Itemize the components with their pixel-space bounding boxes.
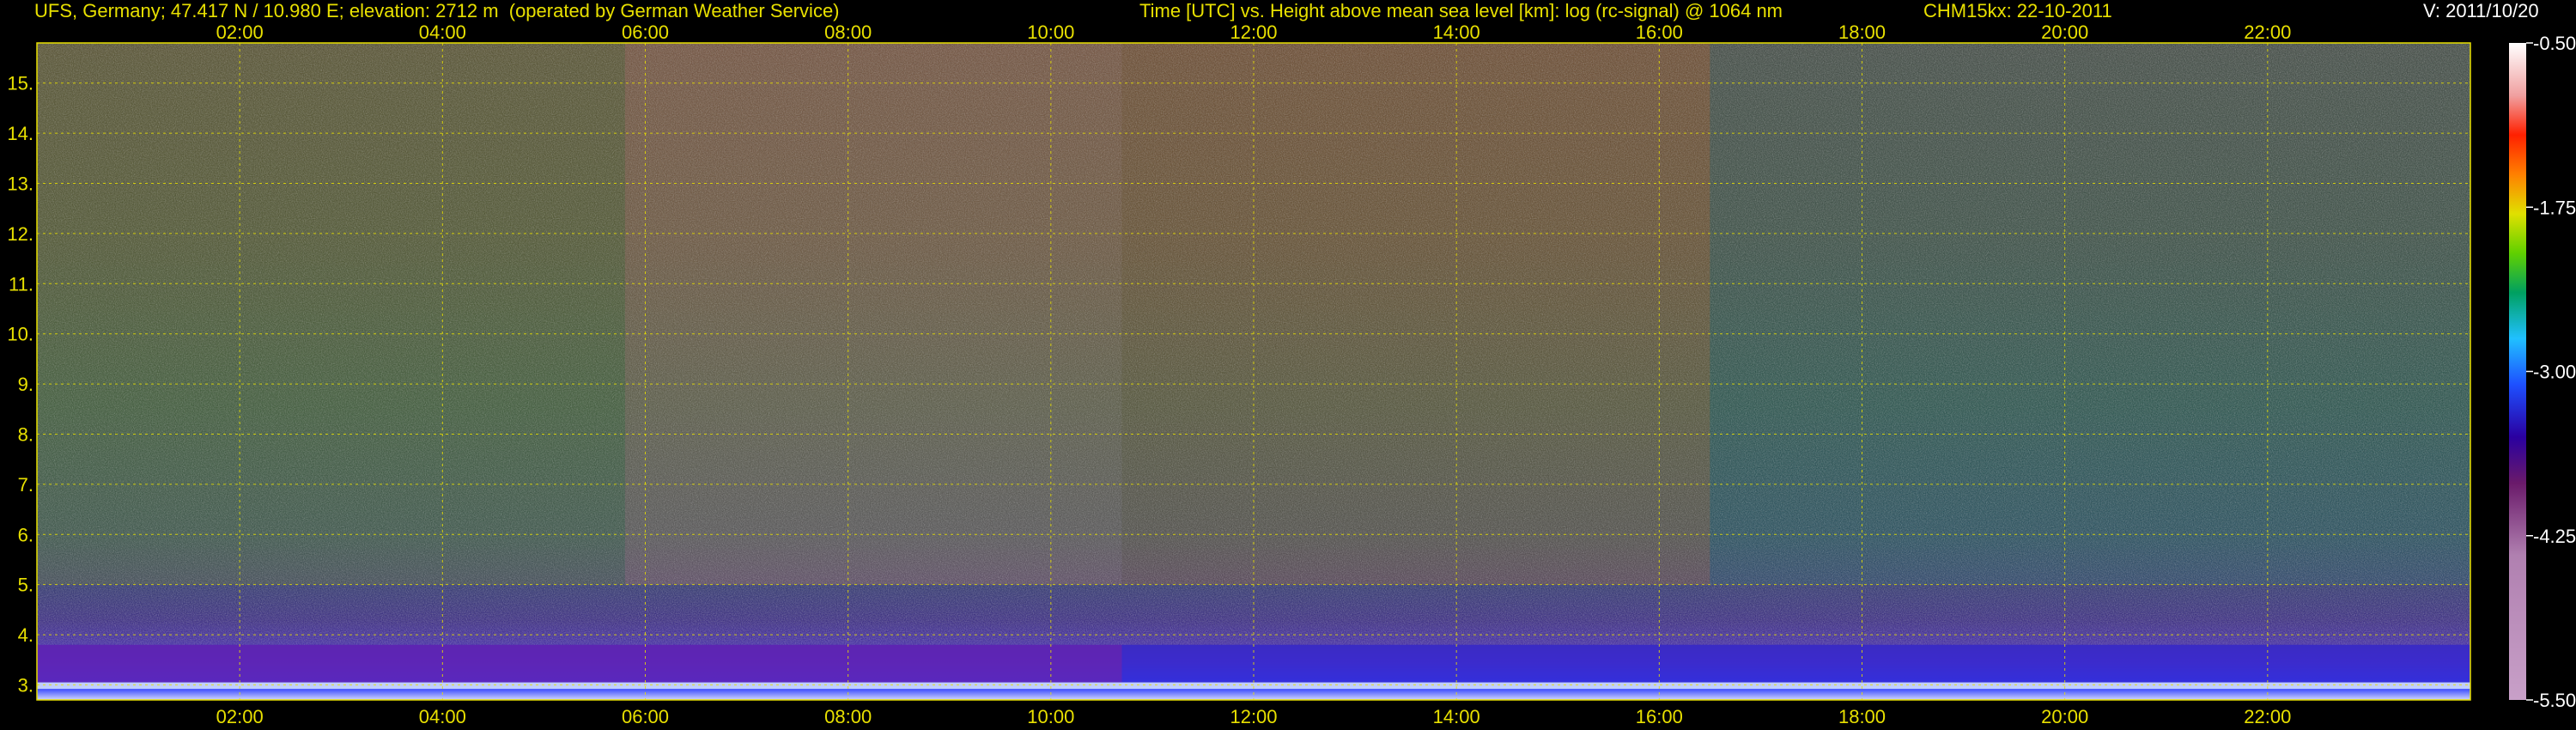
colorbar-tick-label: -4.25 — [2533, 526, 2576, 547]
y-tick-label: 14. — [7, 123, 33, 144]
boundary-layer-band — [37, 644, 1122, 683]
x-tick-label: 02:00 — [216, 21, 264, 43]
y-tick-label: 6. — [18, 524, 33, 545]
x-tick-label: 12:00 — [1230, 706, 1277, 727]
x-tick-label: 10:00 — [1027, 21, 1074, 43]
x-tick-label: 20:00 — [2041, 706, 2088, 727]
y-tick-label: 12. — [7, 223, 33, 245]
y-tick-label: 5. — [18, 575, 33, 596]
x-ticks-top: 02:00 04:00 06:00 08:00 10:00 12:00 14:00 16:00… — [216, 21, 2292, 43]
x-tick-label: 14:00 — [1433, 706, 1480, 727]
y-tick-label: 4. — [18, 624, 33, 646]
x-tick-label: 16:00 — [1636, 21, 1683, 43]
x-tick-label: 12:00 — [1230, 21, 1277, 43]
y-tick-label: 13. — [7, 173, 33, 195]
y-tick-label: 7. — [18, 474, 33, 496]
colorbar-gradient — [2509, 43, 2526, 700]
y-tick-label: 3. — [18, 674, 33, 696]
x-tick-label: 08:00 — [824, 21, 872, 43]
x-tick-label: 10:00 — [1027, 706, 1074, 727]
x-tick-label: 04:00 — [419, 706, 466, 727]
x-ticks-bottom: 02:00 04:00 06:00 08:00 10:00 12:00 14:00 16:00… — [216, 706, 2292, 727]
x-tick-label: 18:00 — [1838, 21, 1886, 43]
y-tick-label: 8. — [18, 423, 33, 445]
x-tick-label: 14:00 — [1433, 21, 1480, 43]
x-tick-label: 22:00 — [2244, 706, 2291, 727]
y-ticks: 3. 4. 5. 6. 7. 8. 9. 10. 11. 12. 13. 14. 15. — [7, 73, 33, 697]
chart-canvas: 02:00 04:00 06:00 08:00 10:00 12:00 14:00 16:00… — [7, 21, 2576, 727]
colorbar-tick-label: -0.50 — [2533, 33, 2576, 54]
colorbar-tick-label: -5.50 — [2533, 690, 2576, 711]
x-tick-label: 18:00 — [1838, 706, 1886, 727]
x-tick-label: 22:00 — [2244, 21, 2291, 43]
x-tick-label: 20:00 — [2041, 21, 2088, 43]
y-tick-label: 10. — [7, 324, 33, 345]
x-tick-label: 06:00 — [622, 21, 669, 43]
colorbar: -0.50 -1.75 -3.00 -4.25 -5.50 — [2509, 33, 2576, 711]
colorbar-tick-label: -1.75 — [2533, 197, 2576, 218]
x-tick-label: 16:00 — [1636, 706, 1683, 727]
y-tick-label: 15. — [7, 73, 33, 94]
x-tick-label: 08:00 — [824, 706, 872, 727]
x-tick-label: 02:00 — [216, 706, 264, 727]
colorbar-tick-label: -3.00 — [2533, 362, 2576, 383]
y-tick-label: 11. — [9, 273, 33, 295]
x-tick-label: 04:00 — [419, 21, 466, 43]
x-tick-label: 06:00 — [622, 706, 669, 727]
y-tick-label: 9. — [18, 374, 33, 395]
